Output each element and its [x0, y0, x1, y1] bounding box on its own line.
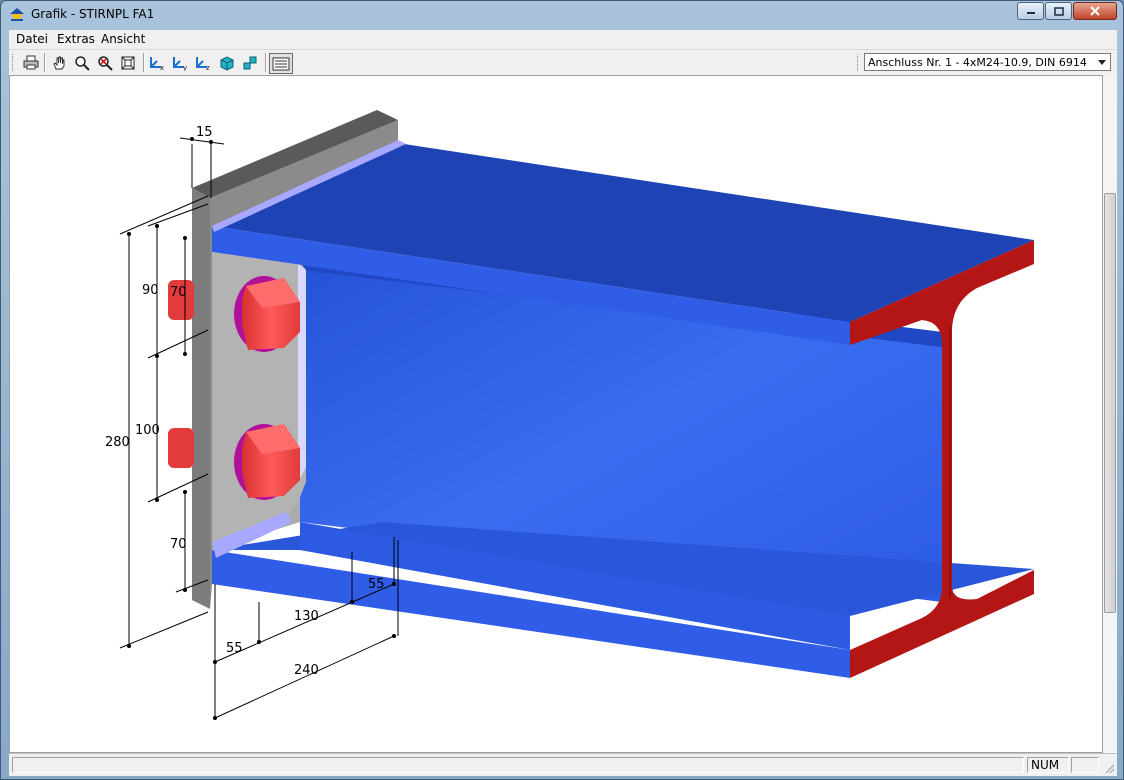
svg-text:y: y	[183, 64, 187, 71]
fit-view-icon	[121, 56, 135, 69]
status-num: NUM	[1027, 757, 1069, 773]
scrollbar-thumb[interactable]	[1104, 193, 1116, 613]
view-y-icon: y	[173, 56, 187, 71]
zoom-reset-icon	[98, 55, 113, 71]
zoom-button[interactable]	[72, 53, 92, 72]
client-area: Datei Extras Ansicht x y z Anschluss Nr.…	[9, 30, 1117, 776]
connection-select-value: Anschluss Nr. 1 - 4xM24-10.9, DIN 6914	[868, 56, 1087, 69]
view-y-button[interactable]: y	[171, 53, 191, 72]
svg-text:z: z	[206, 64, 210, 71]
svg-text:x: x	[160, 64, 164, 71]
maximize-icon	[1053, 6, 1064, 16]
menu-ansicht[interactable]: Ansicht	[101, 32, 145, 46]
dim-length-total: 240	[294, 663, 319, 678]
view-x-icon: x	[150, 56, 164, 71]
view-z-icon: z	[196, 56, 210, 71]
bolt-head	[234, 276, 300, 352]
end-plate-side	[192, 188, 210, 609]
zoom-icon	[75, 55, 90, 71]
vertical-scrollbar[interactable]	[1103, 75, 1117, 753]
toolbar-grip[interactable]	[12, 54, 16, 71]
toolbar-separator	[143, 53, 145, 72]
view-iso2-icon	[243, 56, 257, 69]
view-x-button[interactable]: x	[148, 53, 168, 72]
status-pane-extra	[1071, 757, 1099, 773]
fit-view-button[interactable]	[118, 53, 138, 72]
graphics-viewport[interactable]: 15 90 70 100 280 70 55 130 55 240	[9, 75, 1103, 753]
dimension-toggle-button[interactable]	[269, 53, 293, 74]
dim-plate-thickness: 15	[196, 125, 213, 140]
close-button[interactable]	[1073, 2, 1117, 20]
app-icon	[10, 8, 24, 21]
pan-button[interactable]	[49, 53, 69, 72]
bolt-head	[234, 424, 300, 500]
status-bar: NUM	[9, 753, 1117, 776]
dim-length-2: 130	[294, 609, 319, 624]
view-iso2-button[interactable]	[240, 53, 260, 72]
dropdown-arrow-icon[interactable]	[1094, 54, 1110, 70]
resize-grip-icon[interactable]	[1103, 762, 1115, 774]
application-window: Grafik - STIRNPL FA1 Datei Extras Ansich…	[0, 0, 1124, 780]
print-button[interactable]	[21, 53, 41, 72]
dimension-toggle-icon	[272, 57, 290, 70]
toolbar-grip[interactable]	[857, 54, 861, 71]
minimize-icon	[1026, 12, 1035, 14]
toolbar: x y z Anschluss Nr. 1 - 4xM24-10.9, DIN …	[9, 49, 1117, 76]
menu-datei[interactable]: Datei	[16, 32, 48, 46]
view-iso-icon	[220, 55, 234, 71]
dim-bottom-edge: 70	[170, 537, 187, 552]
minimize-button[interactable]	[1017, 2, 1044, 20]
pan-hand-icon	[53, 56, 65, 69]
dim-bolt-spacing: 100	[135, 423, 160, 438]
title-bar[interactable]: Grafik - STIRNPL FA1	[1, 1, 1123, 29]
close-icon	[1090, 6, 1100, 16]
zoom-reset-button[interactable]	[95, 53, 115, 72]
status-pane-main	[12, 757, 1024, 773]
view-iso-button[interactable]	[217, 53, 237, 72]
toolbar-separator	[265, 53, 267, 72]
connection-select[interactable]: Anschluss Nr. 1 - 4xM24-10.9, DIN 6914	[864, 53, 1111, 71]
window-title: Grafik - STIRNPL FA1	[31, 7, 155, 21]
dim-length-3: 55	[368, 577, 385, 592]
beam-connection-drawing: 15 90 70 100 280 70 55 130 55 240	[105, 110, 1034, 720]
menu-bar: Datei Extras Ansicht	[9, 30, 1117, 48]
bolt-shank	[168, 428, 194, 468]
dim-plate-height: 280	[105, 435, 130, 450]
dim-bolt-row-1: 70	[170, 285, 187, 300]
maximize-button[interactable]	[1045, 2, 1072, 20]
menu-extras[interactable]: Extras	[57, 32, 95, 46]
dim-length-1: 55	[226, 641, 243, 656]
dim-top-edge: 90	[142, 283, 159, 298]
toolbar-separator	[44, 53, 46, 72]
print-icon	[23, 55, 39, 70]
view-z-button[interactable]: z	[194, 53, 214, 72]
